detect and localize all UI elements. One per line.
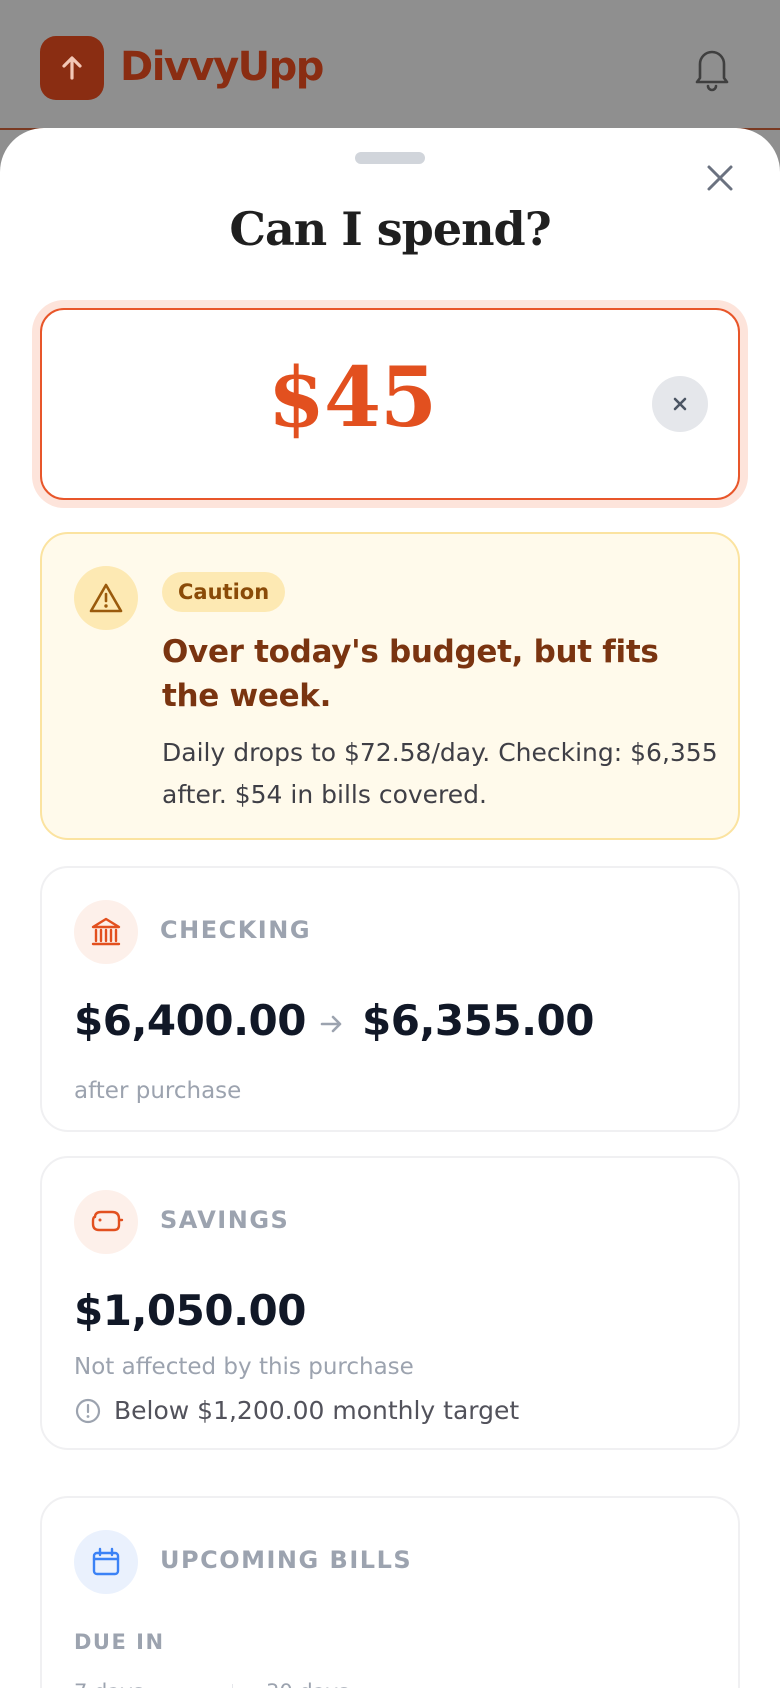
amount-value: $45 [267,350,437,446]
sheet-title: Can I spend? [229,202,551,256]
brand-name: DivvyUpp [120,44,324,90]
calendar-icon [92,1547,120,1576]
bell-icon[interactable] [690,44,734,92]
savings-target-warning: Below $1,200.00 monthly target [74,1396,519,1425]
savings-card: SAVINGS $1,050.00 Not affected by this p… [40,1156,740,1450]
due-divider [232,1684,233,1688]
checking-icon-wrap [74,900,138,964]
checking-card: CHECKING $6,400.00 $6,355.00 after purch… [40,866,740,1132]
checking-note: after purchase [74,1078,242,1104]
app-header: DivvyUpp [0,0,780,130]
bank-icon [91,917,121,946]
checking-balance-after: $6,355.00 [362,996,594,1045]
app-logo [40,36,104,100]
verdict-icon [74,566,138,630]
savings-label: SAVINGS [160,1206,290,1234]
sheet-grabber[interactable] [355,152,425,164]
savings-note: Not affected by this purchase [74,1354,414,1380]
due-in-label: DUE IN [74,1630,165,1654]
checking-balance-before: $6,400.00 [74,996,306,1045]
amount-clear-button[interactable] [652,376,708,432]
status-badge: Caution [162,572,286,612]
savings-target-text: Below $1,200.00 monthly target [114,1396,520,1425]
savings-icon-wrap [74,1190,138,1254]
arrow-right-icon [320,1015,342,1033]
piggy-bank-icon [91,1210,124,1232]
verdict-details: Daily drops to $72.58/day. Checking: $6,… [162,738,718,809]
bills-label: UPCOMING BILLS [160,1546,413,1574]
due-period-30-days[interactable]: 30 days [266,1680,349,1688]
upcoming-bills-card: UPCOMING BILLS DUE IN 7 days 30 days [40,1496,740,1688]
clear-icon [673,397,687,411]
due-period-7-days[interactable]: 7 days [74,1680,144,1688]
verdict-headline: Over today's budget, but fits the week. [162,634,659,714]
info-circle-icon [75,1398,101,1423]
amount-input[interactable]: $45 [40,308,740,500]
checking-label: CHECKING [160,916,312,944]
bills-icon-wrap [74,1530,138,1594]
savings-balance: $1,050.00 [74,1286,306,1335]
verdict-card: Caution Over today's budget, but fits th… [40,532,740,840]
can-i-spend-sheet: Can I spend? $45 Caution Over today's bu… [0,128,780,1688]
arrow-up-icon [62,56,82,80]
warning-icon [89,583,123,613]
close-icon[interactable] [700,158,740,198]
